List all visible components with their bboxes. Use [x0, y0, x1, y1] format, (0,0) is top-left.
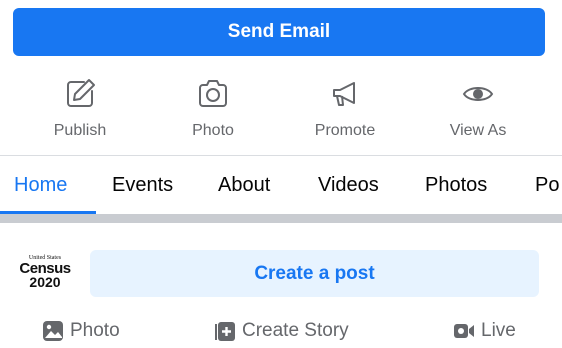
image-icon: [42, 320, 64, 342]
photo-action[interactable]: Photo: [153, 76, 273, 144]
create-post-button[interactable]: Create a post: [90, 250, 539, 297]
tab-photos[interactable]: Photos: [425, 174, 487, 197]
page-tabs: Home Events About Videos Photos Po: [0, 156, 562, 214]
section-separator: [0, 214, 562, 223]
live-label: Live: [481, 320, 516, 341]
eye-icon: [460, 76, 496, 112]
composer-photo-button[interactable]: Photo: [42, 320, 120, 342]
tab-posts-truncated[interactable]: Po: [535, 174, 559, 197]
story-plus-icon: [214, 320, 236, 342]
create-story-label: Create Story: [242, 320, 349, 341]
camera-icon: [195, 76, 231, 112]
tab-home[interactable]: Home: [14, 174, 67, 197]
video-camera-icon: [453, 320, 475, 342]
send-email-label: Send Email: [227, 21, 331, 42]
send-email-button[interactable]: Send Email: [13, 8, 545, 56]
live-button[interactable]: Live: [453, 320, 516, 342]
pencil-square-icon: [62, 76, 98, 112]
view-as-action[interactable]: View As: [418, 76, 538, 144]
composer-actions-row: Photo Create Story Live: [0, 320, 562, 348]
composer-photo-label: Photo: [70, 320, 120, 341]
page-admin-panel: Send Email Publish Photo Promote View As…: [0, 0, 562, 348]
photo-label: Photo: [192, 122, 234, 139]
publish-action[interactable]: Publish: [20, 76, 140, 144]
publish-label: Publish: [53, 122, 107, 139]
megaphone-icon: [327, 76, 363, 112]
create-post-label: Create a post: [254, 262, 375, 284]
tab-about[interactable]: About: [218, 174, 270, 197]
tab-events[interactable]: Events: [112, 174, 173, 197]
avatar-logo-line3: 2020: [29, 274, 61, 290]
tab-videos[interactable]: Videos: [318, 174, 379, 197]
promote-action[interactable]: Promote: [285, 76, 405, 144]
view-as-label: View As: [449, 122, 507, 139]
census-2020-avatar[interactable]: United States Census 2020: [16, 252, 74, 292]
page-actions-row: Publish Photo Promote View As: [0, 76, 562, 146]
create-story-button[interactable]: Create Story: [214, 320, 349, 342]
promote-label: Promote: [314, 122, 376, 139]
